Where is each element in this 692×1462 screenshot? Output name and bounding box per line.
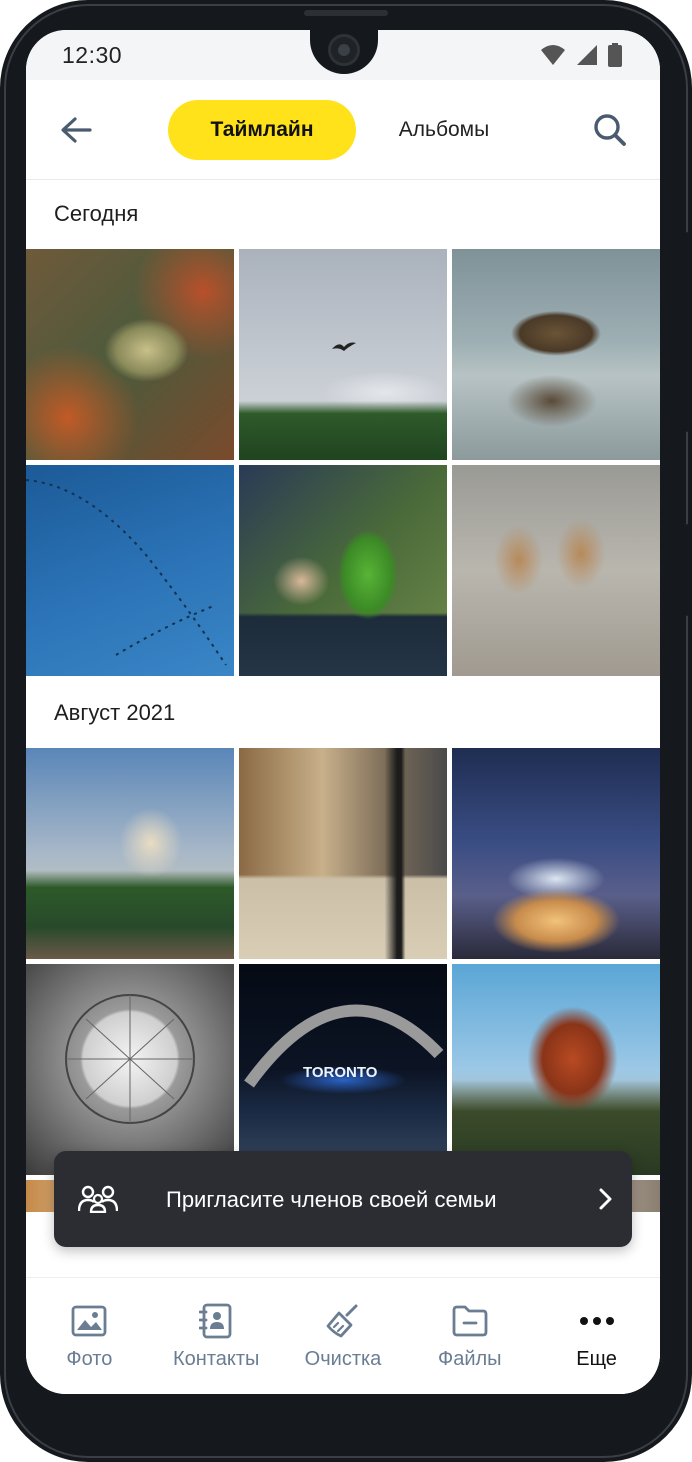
- photo-capitol-building[interactable]: [26, 748, 234, 959]
- toronto-sign-text: TORONTO: [303, 1064, 378, 1081]
- broom-icon: [326, 1304, 358, 1338]
- wifi-icon: [541, 45, 565, 65]
- photo-flock-of-birds[interactable]: [26, 465, 234, 676]
- status-bar: 12:30: [26, 30, 660, 80]
- banner-text: Пригласите членов своей семьи: [166, 1187, 497, 1212]
- photo-japanese-pagoda[interactable]: [452, 964, 660, 1175]
- chevron-right-icon: [599, 1188, 612, 1210]
- screen: 12:30 Таймлайн Альбомы Сегодня Август 20…: [26, 30, 660, 1394]
- camera-notch: [310, 30, 378, 74]
- nav-label-contacts: Контакты: [173, 1348, 260, 1370]
- nav-item-contacts[interactable]: Контакты: [153, 1278, 280, 1394]
- nav-item-cleanup[interactable]: Очистка: [280, 1278, 407, 1394]
- contacts-icon: [199, 1303, 232, 1339]
- arrow-left-icon: [61, 117, 92, 143]
- photo-bird-in-sky[interactable]: [239, 249, 447, 460]
- speaker-grille: [304, 10, 388, 16]
- app-bar: Таймлайн Альбомы: [26, 80, 660, 180]
- family-invite-banner[interactable]: Пригласите членов своей семьи: [54, 1151, 632, 1247]
- search-button[interactable]: [590, 110, 630, 150]
- photo-pufferfish[interactable]: [26, 249, 234, 460]
- image-icon: [71, 1305, 107, 1337]
- nav-item-files[interactable]: Файлы: [406, 1278, 533, 1394]
- nav-label-more: Еще: [576, 1348, 617, 1370]
- section-title-august: Август 2021: [54, 700, 176, 725]
- folder-icon: [452, 1305, 488, 1337]
- photo-geometric-ceiling[interactable]: [26, 964, 234, 1175]
- status-time: 12:30: [62, 42, 123, 68]
- bottom-navigation: Фото Контакты Очистка Файлы Еще: [26, 1277, 660, 1394]
- nav-label-files: Файлы: [438, 1348, 502, 1370]
- photo-toronto-sign[interactable]: TORONTO: [239, 964, 447, 1175]
- photo-mosque-at-night[interactable]: [452, 748, 660, 959]
- nav-label-photos: Фото: [66, 1348, 113, 1370]
- search-icon: [594, 114, 626, 146]
- nav-label-cleanup: Очистка: [304, 1348, 382, 1370]
- nav-item-photos[interactable]: Фото: [26, 1278, 153, 1394]
- tab-albums[interactable]: Альбомы: [372, 100, 516, 160]
- back-button[interactable]: [56, 112, 96, 148]
- flock-pattern: [26, 479, 227, 666]
- phone-frame: 12:30 Таймлайн Альбомы Сегодня Август 20…: [0, 0, 692, 1462]
- front-camera: [328, 34, 360, 66]
- power-button: [686, 524, 692, 616]
- photo-street-with-clock[interactable]: [239, 748, 447, 959]
- nav-item-more[interactable]: Еще: [533, 1278, 660, 1394]
- battery-icon: [608, 43, 622, 67]
- family-icon: [78, 1185, 118, 1213]
- photo-grid-august: TORONTO: [26, 748, 660, 1212]
- photo-grid-today: [26, 249, 660, 676]
- tab-timeline[interactable]: Таймлайн: [168, 100, 356, 160]
- status-icons: [540, 43, 622, 67]
- photo-green-parrot[interactable]: [239, 465, 447, 676]
- more-icon: [579, 1317, 614, 1325]
- ceiling-grid: [65, 994, 195, 1124]
- signal-icon: [577, 45, 597, 65]
- section-title-today: Сегодня: [54, 201, 139, 226]
- volume-button: [686, 232, 692, 432]
- photo-duck-on-water[interactable]: [452, 249, 660, 460]
- photo-impalas[interactable]: [452, 465, 660, 676]
- bird-silhouette: [332, 342, 356, 351]
